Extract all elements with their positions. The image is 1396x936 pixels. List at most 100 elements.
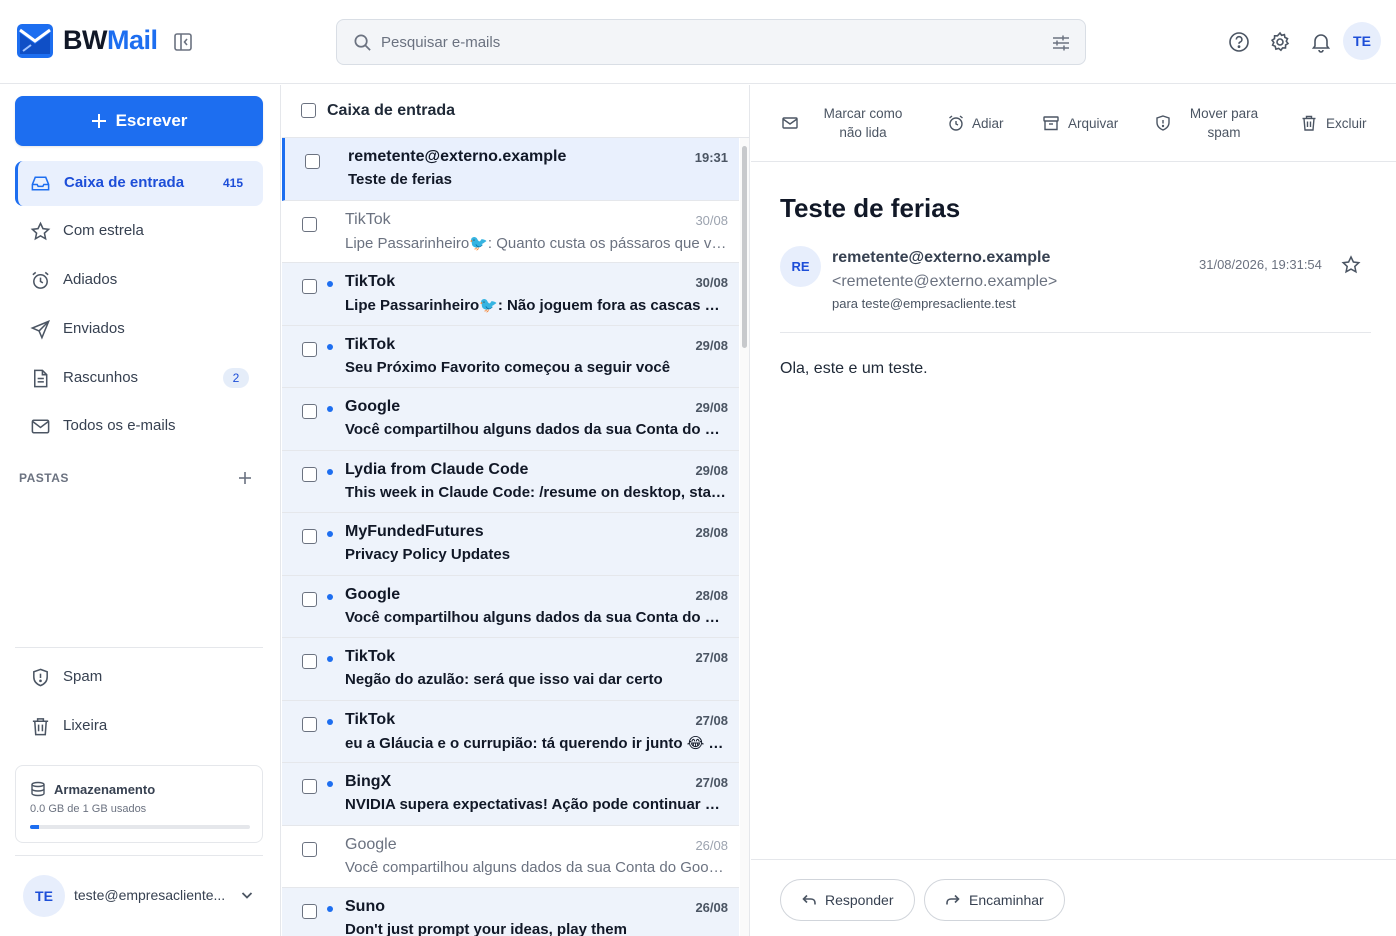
- shield-alert-icon: [33, 668, 48, 687]
- mail-subject: Você compartilhou alguns dados da sua Co…: [345, 608, 728, 626]
- mail-list-item[interactable]: TikTok 27/08 Negão do azulão: será que iss…: [282, 638, 739, 701]
- delete-label: Excluir: [1326, 115, 1367, 131]
- mail-list-scrollbar[interactable]: [740, 138, 749, 936]
- sidebar-item-label: Adiados: [63, 271, 118, 288]
- filter-sliders-icon[interactable]: [1051, 33, 1071, 53]
- help-icon[interactable]: [1228, 31, 1250, 53]
- mail-date: 28/08: [695, 525, 728, 540]
- gear-icon[interactable]: [1269, 31, 1291, 53]
- mail-select-checkbox[interactable]: [302, 779, 317, 794]
- mail-date: 30/08: [695, 212, 728, 228]
- unread-dot: [327, 906, 333, 912]
- star-icon[interactable]: [1341, 255, 1361, 275]
- mail-subject: NVIDIA supera expectativas! Ação pode co…: [345, 796, 728, 813]
- mail-list: Caixa de entrada remetente@externo.examp…: [282, 85, 750, 936]
- mail-date: 30/08: [695, 275, 728, 290]
- sidebar-item-drafts[interactable]: Rascunhos 2: [15, 356, 263, 401]
- mail-list-item[interactable]: Google 28/08 Você compartilhou alguns dado…: [282, 575, 739, 638]
- add-folder-icon[interactable]: [236, 469, 254, 487]
- mail-list-item[interactable]: Google 26/08 Você compartilhou alguns dado…: [282, 825, 739, 888]
- scrollbar-thumb[interactable]: [742, 146, 747, 348]
- forward-button[interactable]: Encaminhar: [924, 879, 1065, 921]
- mail-select-checkbox[interactable]: [302, 404, 317, 419]
- snooze-button[interactable]: Adiar: [947, 103, 1004, 143]
- mail-subject: Negão do azulão: será que isso vai dar c…: [345, 671, 663, 688]
- mail-subject: Você compartilhou alguns dados da sua Co…: [345, 421, 728, 438]
- mail-select-checkbox[interactable]: [302, 591, 317, 607]
- mail-select-checkbox[interactable]: [302, 466, 317, 482]
- mail-list-item[interactable]: BingX 27/08 NVIDIA supera expectativas! Aç…: [282, 763, 739, 826]
- compose-button[interactable]: Escrever: [15, 96, 263, 146]
- unread-dot: [327, 343, 333, 350]
- mail-list-header: Caixa de entrada: [282, 85, 749, 138]
- mail-list-item[interactable]: MyFundedFutures 28/08 Privacy Policy Updat…: [282, 513, 739, 576]
- mail-list-item[interactable]: TikTok 30/08 Lipe Passarinheiro🐦: Não jogu…: [282, 263, 739, 326]
- mail-list-item[interactable]: TikTok 30/08 Lipe Passarinheiro🐦: Quanto c…: [282, 200, 739, 263]
- sidebar-item-spam[interactable]: Spam: [15, 655, 263, 700]
- mail-select-checkbox[interactable]: [302, 904, 317, 919]
- brand-name-mail: Mail: [106, 25, 158, 55]
- mail-sender: TikTok: [345, 710, 396, 728]
- mark-unread-button[interactable]: Marcar como não lida: [781, 103, 911, 143]
- sidebar-item-snoozed[interactable]: Adiados: [15, 258, 263, 303]
- storage-card: Armazenamento 0.0 GB de 1 GB usados: [15, 765, 263, 843]
- sidebar-item-label: Rascunhos: [63, 369, 139, 386]
- mail-date: 27/08: [695, 712, 728, 728]
- mail-select-checkbox[interactable]: [302, 216, 317, 232]
- star-icon: [30, 221, 51, 241]
- mail-sender: TikTok: [345, 648, 396, 665]
- unread-dot: [327, 656, 333, 662]
- mail-date: 29/08: [695, 400, 728, 415]
- unread-dot: [327, 781, 333, 787]
- mail-select-checkbox[interactable]: [302, 279, 317, 294]
- folders-heading: PASTAS: [19, 471, 69, 485]
- unread-dot: [327, 718, 333, 725]
- mail-select-checkbox[interactable]: [302, 841, 317, 857]
- chevron-down-icon: [241, 892, 253, 899]
- mail-select-checkbox[interactable]: [302, 529, 317, 544]
- bell-icon[interactable]: [1310, 31, 1332, 53]
- mail-list-item[interactable]: Suno 26/08 Don't just prompt your ideas, p…: [282, 888, 739, 936]
- user-avatar[interactable]: TE: [1343, 22, 1381, 60]
- storage-progress-fill: [30, 825, 39, 829]
- mail-subject: Privacy Policy Updates: [345, 546, 511, 563]
- delete-button[interactable]: Excluir: [1300, 103, 1367, 143]
- mail-sender: Lydia from Claude Code: [345, 460, 529, 478]
- message-date: 31/08/2026, 19:31:54: [1199, 257, 1322, 272]
- sidebar-item-inbox[interactable]: Caixa de entrada 415: [15, 161, 263, 206]
- brand-name: BWMail: [63, 25, 158, 56]
- search-input[interactable]: [381, 30, 1021, 54]
- mail-date: 29/08: [695, 462, 728, 478]
- reply-button[interactable]: Responder: [780, 879, 915, 921]
- mail-select-checkbox[interactable]: [302, 716, 317, 732]
- select-all-checkbox[interactable]: [301, 103, 316, 118]
- mail-list-item[interactable]: TikTok 27/08 eu a Gláucia e o currupião: t…: [282, 700, 739, 763]
- move-to-spam-button[interactable]: Mover para spam: [1154, 103, 1266, 143]
- sidebar-collapse-icon[interactable]: [172, 31, 194, 53]
- mail-list-item[interactable]: Google 29/08 Você compartilhou alguns dado…: [282, 388, 739, 451]
- database-icon: [31, 781, 45, 797]
- storage-title: Armazenamento: [54, 782, 156, 797]
- sidebar-item-trash[interactable]: Lixeira: [15, 704, 263, 749]
- account-switcher[interactable]: TE teste@empresacliente...: [15, 875, 263, 917]
- mail-select-checkbox[interactable]: [302, 654, 317, 669]
- mail-list-item[interactable]: remetente@externo.example 19:31 Teste de f…: [282, 138, 739, 201]
- mail-sender: BingX: [345, 773, 392, 790]
- mail-select-checkbox[interactable]: [305, 154, 320, 169]
- archive-button[interactable]: Arquivar: [1042, 103, 1118, 143]
- mail-list-item[interactable]: Lydia from Claude Code 29/08 This week in …: [282, 450, 739, 513]
- sidebar-item-starred[interactable]: Com estrela: [15, 209, 263, 254]
- sidebar-item-label: Com estrela: [63, 222, 144, 239]
- message-header-divider: [780, 332, 1371, 333]
- sidebar-item-sent[interactable]: Enviados: [15, 307, 263, 352]
- mail-list-item[interactable]: TikTok 29/08 Seu Próximo Favorito começou …: [282, 325, 739, 388]
- unread-dot: [327, 593, 333, 600]
- mail-sender: TikTok: [345, 273, 396, 290]
- sidebar-divider: [15, 647, 263, 648]
- inbox-icon: [31, 176, 50, 191]
- mail-date: 19:31: [694, 150, 728, 165]
- mail-select-checkbox[interactable]: [302, 341, 317, 357]
- unread-count-badge: 415: [222, 176, 243, 190]
- sidebar-item-all-mail[interactable]: Todos os e-mails: [15, 404, 263, 449]
- mail-subject: eu a Gláucia e o currupião: tá querendo …: [345, 734, 728, 752]
